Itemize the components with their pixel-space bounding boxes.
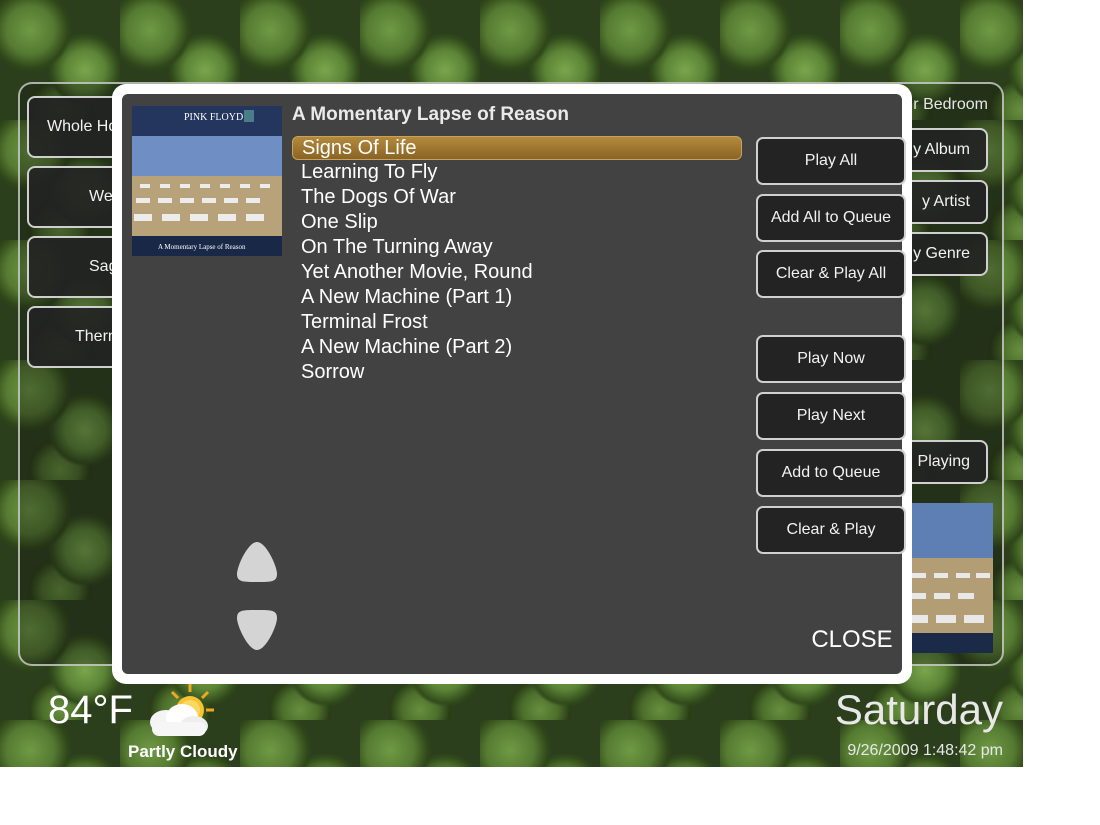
play-all-button[interactable]: Play All	[756, 137, 906, 185]
track-list: Signs Of Life Learning To Fly The Dogs O…	[292, 136, 742, 385]
track-item[interactable]: Sorrow	[292, 360, 742, 385]
scroll-up-arrow-icon[interactable]	[236, 540, 278, 584]
close-button[interactable]: CLOSE	[802, 626, 902, 654]
room-label: r Bedroom	[913, 96, 988, 113]
menu-button-label: We	[89, 188, 113, 205]
day-of-week: Saturday	[834, 686, 1003, 733]
album-cover: PINK FLOYD A Momentary Lapse of Reason	[132, 106, 282, 256]
album-detail-dialog: PINK FLOYD A Momentary Lapse of Reason A…	[112, 84, 912, 684]
album-cover-band: PINK FLOYD	[184, 112, 243, 123]
partly-cloudy-icon	[142, 682, 216, 740]
track-item[interactable]: A New Machine (Part 1)	[292, 285, 742, 310]
add-all-to-queue-button[interactable]: Add All to Queue	[756, 194, 906, 242]
browse-button-label: y Album	[913, 141, 970, 158]
track-item[interactable]: A New Machine (Part 2)	[292, 335, 742, 360]
clear-and-play-button[interactable]: Clear & Play	[756, 506, 906, 554]
clear-and-play-all-button[interactable]: Clear & Play All	[756, 250, 906, 298]
play-next-button[interactable]: Play Next	[756, 392, 906, 440]
weather-condition: Partly Cloudy	[128, 742, 238, 761]
album-title: A Momentary Lapse of Reason	[292, 104, 569, 125]
date-time: 9/26/2009 1:48:42 pm	[847, 742, 1003, 759]
home-screen: Whole Ho We Sag Therm r Bedroom y Album …	[0, 0, 1023, 767]
album-detail-panel: PINK FLOYD A Momentary Lapse of Reason A…	[122, 94, 906, 674]
play-now-button[interactable]: Play Now	[756, 335, 906, 383]
track-item[interactable]: Signs Of Life	[292, 136, 742, 160]
menu-button-label: Whole Ho	[47, 118, 118, 135]
add-to-queue-button[interactable]: Add to Queue	[756, 449, 906, 497]
track-item[interactable]: One Slip	[292, 210, 742, 235]
now-playing-album-art	[906, 503, 993, 653]
track-item[interactable]: On The Turning Away	[292, 235, 742, 260]
scroll-down-arrow-icon[interactable]	[236, 608, 278, 652]
track-item[interactable]: Learning To Fly	[292, 160, 742, 185]
browse-button-label: y Artist	[921, 193, 970, 210]
track-item[interactable]: Yet Another Movie, Round	[292, 260, 742, 285]
browse-button-label: y Genre	[913, 245, 970, 262]
temperature: 84°F	[48, 688, 133, 732]
now-playing-label: Playing	[917, 453, 970, 470]
track-item[interactable]: Terminal Frost	[292, 310, 742, 335]
album-cover-caption: A Momentary Lapse of Reason	[158, 243, 246, 251]
track-item[interactable]: The Dogs Of War	[292, 185, 742, 210]
